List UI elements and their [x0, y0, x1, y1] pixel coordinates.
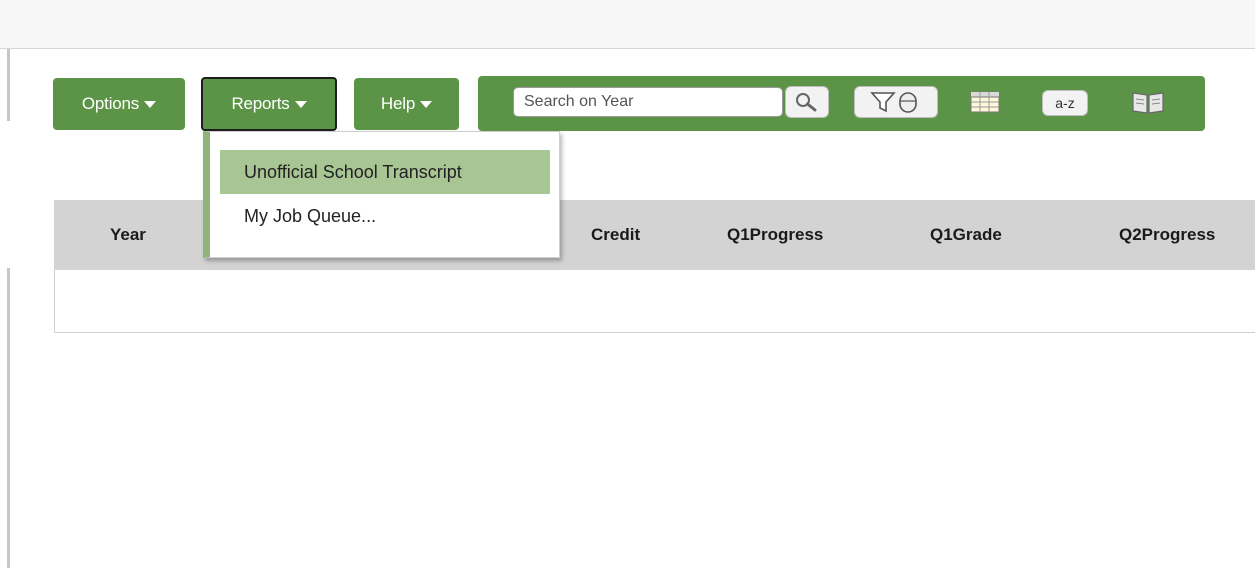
menu-item-job-queue[interactable]: My Job Queue...	[220, 197, 550, 237]
search-input[interactable]	[513, 87, 783, 117]
column-header-q2progress[interactable]: Q2Progress	[1119, 200, 1215, 270]
reports-menu-button[interactable]: Reports	[201, 77, 337, 131]
top-band	[0, 0, 1255, 49]
left-scrollbar-segment	[7, 49, 10, 121]
grid-view-icon[interactable]	[967, 90, 1003, 114]
left-scrollbar-segment-lower	[7, 268, 10, 568]
column-header-year[interactable]: Year	[110, 200, 146, 270]
search-icon[interactable]	[785, 86, 829, 118]
help-label: Help	[380, 94, 416, 113]
filter-icon[interactable]	[854, 86, 938, 118]
book-icon[interactable]	[1127, 88, 1169, 116]
options-menu-button[interactable]: Options	[53, 78, 185, 130]
menu-item-unofficial-transcript[interactable]: Unofficial School Transcript	[220, 150, 550, 194]
column-header-credit[interactable]: Credit	[591, 200, 640, 270]
sort-az-icon[interactable]: a-z	[1042, 90, 1088, 116]
chevron-down-icon	[420, 100, 433, 108]
chevron-down-icon	[294, 100, 307, 108]
reports-label: Reports	[231, 94, 290, 113]
sort-az-label: a-z	[1055, 95, 1075, 111]
chevron-down-icon	[144, 100, 157, 108]
options-label: Options	[81, 94, 140, 113]
column-header-q1progress[interactable]: Q1Progress	[727, 200, 823, 270]
table-body-empty	[54, 270, 1255, 333]
column-header-q1grade[interactable]: Q1Grade	[930, 200, 1002, 270]
help-menu-button[interactable]: Help	[354, 78, 459, 130]
